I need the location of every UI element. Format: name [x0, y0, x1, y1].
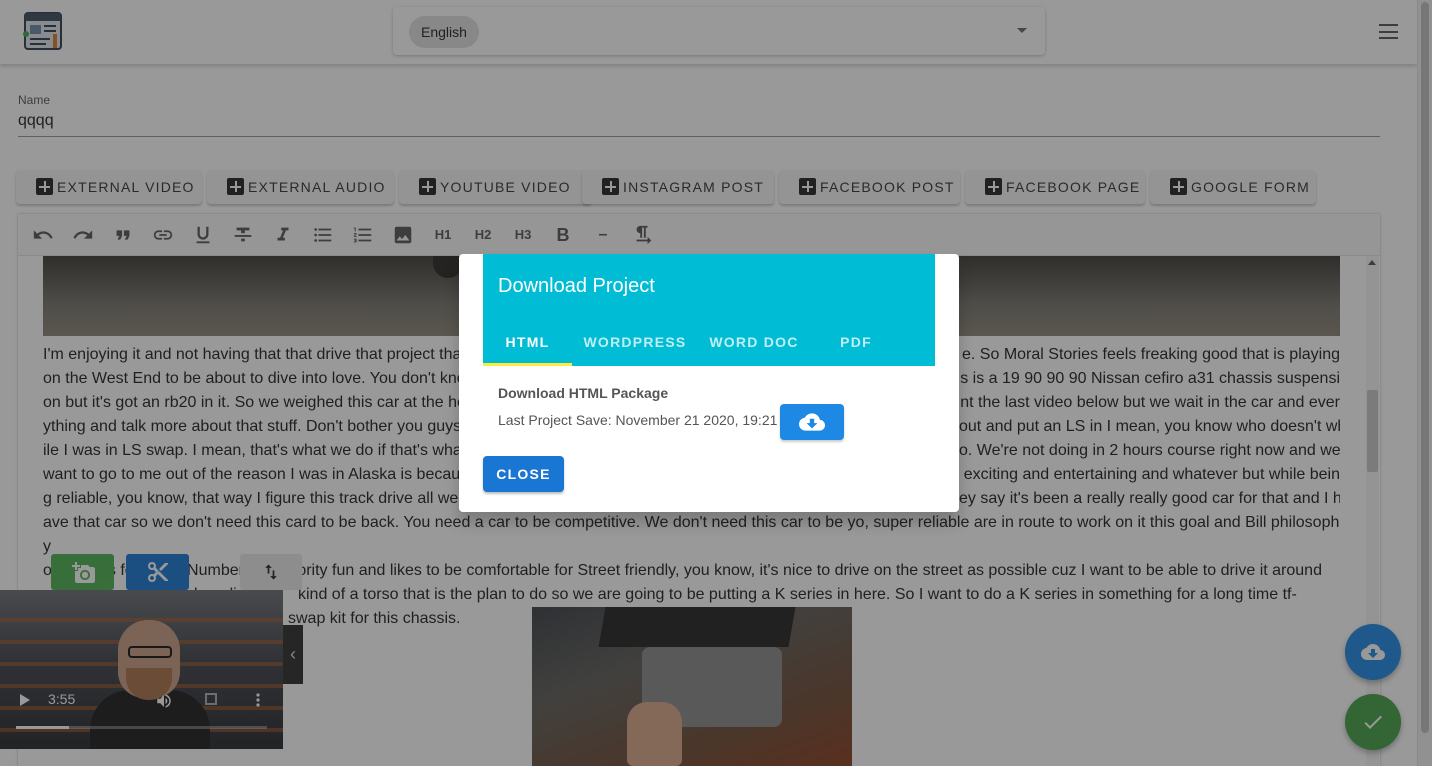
download-project-dialog: Download Project HTML WORDPRESS WORD DOC… [459, 254, 959, 512]
package-title: Download HTML Package [498, 385, 669, 401]
cloud-download-icon [799, 413, 825, 431]
download-html-button[interactable] [780, 404, 844, 440]
dialog-header: Download Project HTML WORDPRESS WORD DOC… [483, 254, 935, 366]
tab-word-doc[interactable]: WORD DOC [698, 320, 810, 366]
tab-indicator [483, 363, 572, 366]
tab-html[interactable]: HTML [483, 320, 572, 366]
dialog-title: Download Project [498, 275, 655, 297]
tab-pdf[interactable]: PDF [810, 320, 902, 366]
tab-wordpress[interactable]: WORDPRESS [572, 320, 698, 366]
close-button[interactable]: CLOSE [483, 456, 564, 492]
last-save-text: Last Project Save: November 21 2020, 19:… [498, 412, 778, 428]
